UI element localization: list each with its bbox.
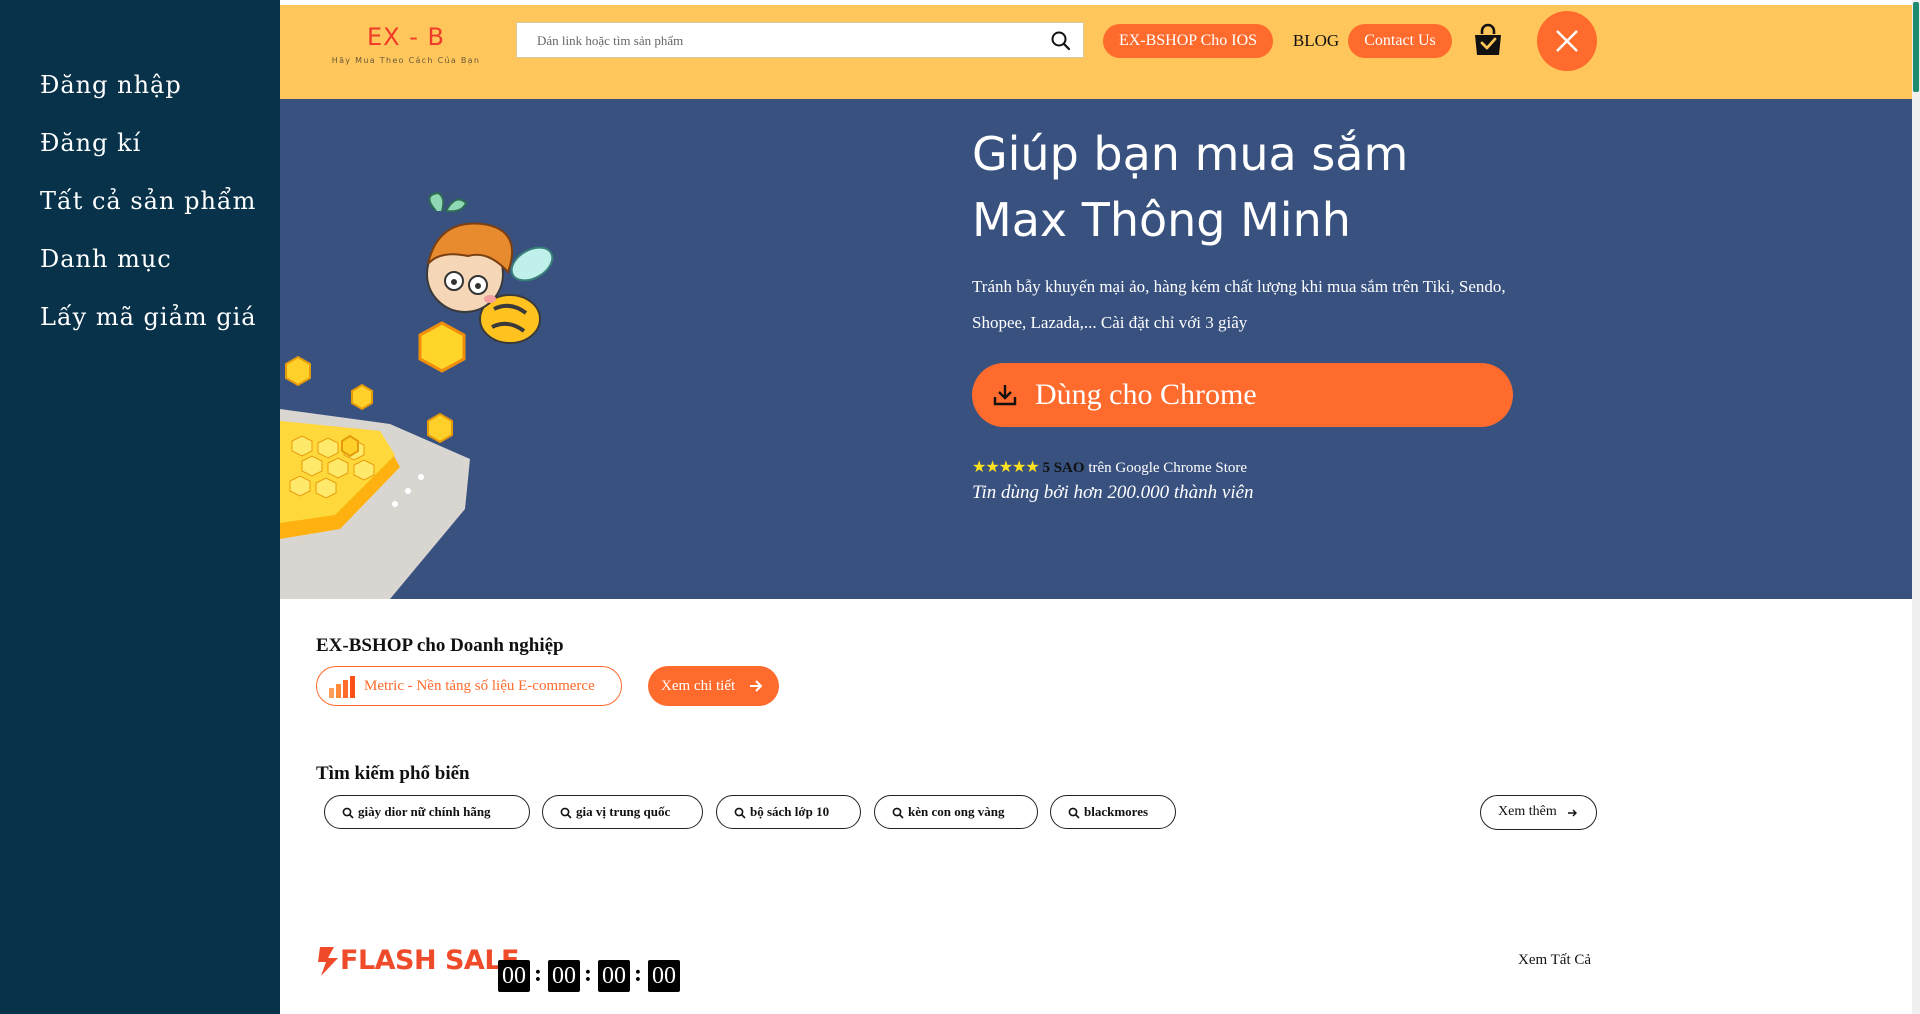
search-icon xyxy=(1068,807,1080,819)
blog-link[interactable]: BLOG xyxy=(1288,24,1344,58)
hero-title: Giúp bạn mua sắm Max Thông Minh xyxy=(972,127,1409,247)
countdown-separator: : xyxy=(584,961,592,987)
shopping-bag-icon[interactable] xyxy=(1471,23,1505,59)
search-chip[interactable]: blackmores xyxy=(1050,795,1176,829)
main-content: EX - B Hãy Mua Theo Cách Của Bạn EX-BSHO… xyxy=(280,5,1912,1010)
arrow-right-icon xyxy=(1568,809,1577,817)
chrome-store-rating: ★★★★★ 5 SAO trên Google Chrome Store xyxy=(972,457,1247,477)
bee-honeycomb-illustration xyxy=(280,191,554,599)
search-chip-label: blackmores xyxy=(1084,804,1149,819)
sidebar-nav: Đăng nhập Đăng kí Tất cả sản phẩm Danh m… xyxy=(40,60,257,350)
install-chrome-button[interactable]: Dùng cho Chrome xyxy=(972,363,1513,427)
scrollbar[interactable] xyxy=(1912,0,1920,1014)
bar-chart-icon xyxy=(329,676,355,698)
search-bar xyxy=(516,22,1084,59)
countdown-seconds: 00 xyxy=(648,960,680,992)
view-detail-button[interactable]: Xem chi tiết xyxy=(648,666,779,706)
top-header: EX - B Hãy Mua Theo Cách Của Bạn EX-BSHO… xyxy=(280,5,1912,99)
metric-platform-link[interactable]: Metric - Nền tảng số liệu E-commerce xyxy=(316,666,622,706)
hero-description: Tránh bẫy khuyến mại ảo, hàng kém chất l… xyxy=(972,277,1506,332)
search-icon xyxy=(892,807,904,819)
search-chip-label: giày dior nữ chính hãng xyxy=(358,804,491,819)
search-icon xyxy=(342,807,354,819)
contact-us-button[interactable]: Contact Us xyxy=(1348,24,1452,58)
view-detail-label: Xem chi tiết xyxy=(661,678,736,694)
rating-stars-icon: ★★★★★ xyxy=(972,459,1040,476)
trust-text: Tin dùng bởi hơn 200.000 thành viên xyxy=(972,482,1254,503)
search-chip-label: kèn con ong vàng xyxy=(908,804,1005,819)
ios-app-button[interactable]: EX-BSHOP Cho IOS xyxy=(1103,24,1273,58)
close-menu-button[interactable] xyxy=(1537,11,1597,71)
search-icon[interactable] xyxy=(1049,29,1073,53)
metric-platform-label: Metric - Nền tảng số liệu E-commerce xyxy=(364,678,595,694)
search-chip-label: bộ sách lớp 10 xyxy=(750,804,830,819)
logo-subtitle: Hãy Mua Theo Cách Của Bạn xyxy=(331,56,481,65)
see-all-link[interactable]: Xem Tất Cả xyxy=(1518,952,1591,969)
search-chip[interactable]: kèn con ong vàng xyxy=(874,795,1038,829)
business-section-title: EX-BSHOP cho Doanh nghiệp xyxy=(316,635,564,656)
sidebar: Đăng nhập Đăng kí Tất cả sản phẩm Danh m… xyxy=(0,0,280,1014)
see-more-label: Xem thêm xyxy=(1498,804,1557,819)
search-icon xyxy=(734,807,746,819)
countdown-separator: : xyxy=(534,961,542,987)
search-input[interactable] xyxy=(517,23,1059,59)
download-icon xyxy=(993,385,1017,406)
countdown-days: 00 xyxy=(498,960,530,992)
sidebar-item-login[interactable]: Đăng nhập xyxy=(40,60,257,118)
sidebar-item-all-products[interactable]: Tất cả sản phẩm xyxy=(40,176,257,234)
rating-value: 5 SAO xyxy=(1042,460,1085,476)
countdown-hours: 00 xyxy=(548,960,580,992)
sidebar-item-coupons[interactable]: Lấy mã giảm giá xyxy=(40,292,257,350)
see-more-button[interactable]: Xem thêm xyxy=(1480,795,1597,830)
logo[interactable]: EX - B Hãy Mua Theo Cách Của Bạn xyxy=(326,23,486,65)
hero-banner: Giúp bạn mua sắm Max Thông Minh Tránh bẫ… xyxy=(280,99,1912,599)
search-chip[interactable]: giày dior nữ chính hãng xyxy=(324,795,530,829)
scrollbar-thumb[interactable] xyxy=(1913,2,1919,92)
countdown-separator: : xyxy=(634,961,642,987)
search-chip[interactable]: bộ sách lớp 10 xyxy=(716,795,861,829)
logo-title: EX - B xyxy=(367,23,445,51)
lightning-icon xyxy=(318,947,338,976)
close-icon xyxy=(1556,30,1578,52)
sidebar-item-register[interactable]: Đăng kí xyxy=(40,118,257,176)
sidebar-item-categories[interactable]: Danh mục xyxy=(40,234,257,292)
search-icon xyxy=(560,807,572,819)
arrow-right-icon xyxy=(750,680,763,692)
rating-source: trên Google Chrome Store xyxy=(1084,460,1248,476)
install-chrome-label: Dùng cho Chrome xyxy=(1035,378,1257,411)
search-chip-label: gia vị trung quốc xyxy=(576,804,671,819)
popular-searches-title: Tìm kiếm phổ biến xyxy=(316,763,470,784)
countdown-minutes: 00 xyxy=(598,960,630,992)
search-chip[interactable]: gia vị trung quốc xyxy=(542,795,703,829)
flash-sale-label: FLASH SALE xyxy=(340,945,519,976)
